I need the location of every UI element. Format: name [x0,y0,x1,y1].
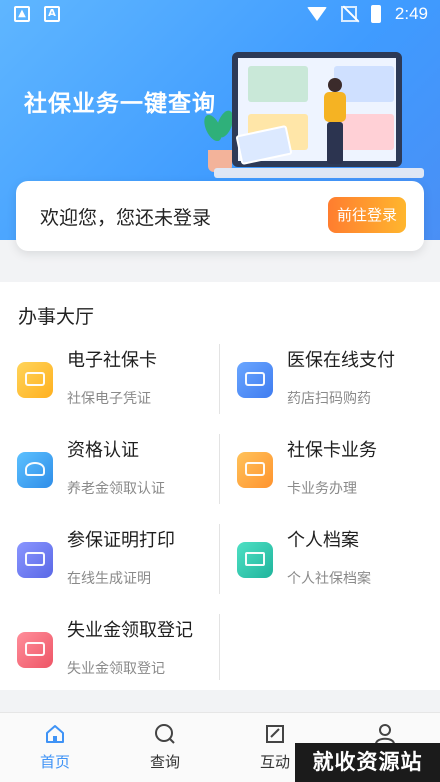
login-prompt: 欢迎您，您还未登录 [40,207,212,229]
money-wallet-icon [17,632,53,668]
tab-search[interactable]: 查询 [130,721,200,777]
service-subtitle: 卡业务办理 [287,481,357,497]
user-verify-icon [17,452,53,488]
login-card: 欢迎您，您还未登录 前往登录 [16,181,424,251]
service-hall: 办事大厅 电子社保卡 社保电子凭证 医保在线支付 药店扫码购药 资格认证 养老金… [0,282,440,690]
go-login-button[interactable]: 前往登录 [328,197,406,233]
service-subtitle: 养老金领取认证 [67,481,165,497]
service-title: 电子社保卡 [67,350,157,371]
service-subtitle: 在线生成证明 [67,571,151,587]
card-business-icon [237,452,273,488]
service-personal-archive[interactable]: 个人档案 个人社保档案 [237,526,437,610]
column-divider [219,614,220,680]
service-subtitle: 个人社保档案 [287,571,371,587]
service-card-business[interactable]: 社保卡业务 卡业务办理 [237,436,437,520]
plant-illustration [200,108,237,172]
service-unemployment[interactable]: 失业金领取登记 失业金领取登记 [17,616,217,700]
wifi-icon [306,7,327,21]
no-signal-icon [340,6,357,22]
status-time: 2:49 [394,4,428,23]
service-title: 医保在线支付 [287,350,395,371]
service-qualification[interactable]: 资格认证 养老金领取认证 [17,436,217,520]
column-divider [219,344,220,414]
person-illustration [318,78,352,168]
tab-home[interactable]: 首页 [20,721,90,777]
printer-icon [17,542,53,578]
battery-icon [370,5,381,23]
column-divider [219,434,220,504]
service-title: 资格认证 [67,440,139,461]
tab-label: 查询 [149,753,180,771]
service-title: 个人档案 [287,530,359,551]
tab-label: 首页 [39,753,70,771]
gallery-notification-icon: ▲ [14,6,30,22]
service-title: 失业金领取登记 [67,620,193,641]
hero-title: 社保业务一键查询 [24,91,216,117]
service-subtitle: 失业金领取登记 [67,661,165,677]
section-title: 办事大厅 [18,306,95,328]
column-divider [219,524,220,594]
status-bar: ▲ A 2:49 [0,0,440,32]
service-subtitle: 社保电子凭证 [67,391,151,407]
payment-card-icon [237,362,273,398]
user-icon [374,723,396,745]
service-title: 参保证明打印 [67,530,175,551]
home-icon [44,723,66,745]
app-notification-icon: A [44,6,60,22]
service-online-payment[interactable]: 医保在线支付 药店扫码购药 [237,346,437,430]
service-electronic-card[interactable]: 电子社保卡 社保电子凭证 [17,346,217,430]
hero-illustration [200,40,440,200]
watermark-overlay: 就收资源站 [295,743,440,782]
service-certificate-print[interactable]: 参保证明打印 在线生成证明 [17,526,217,610]
service-title: 社保卡业务 [287,440,377,461]
desk-illustration [214,168,424,178]
service-subtitle: 药店扫码购药 [287,391,371,407]
edit-icon [264,723,286,745]
search-icon [154,723,176,745]
social-card-icon [17,362,53,398]
graduation-cap-icon [237,542,273,578]
